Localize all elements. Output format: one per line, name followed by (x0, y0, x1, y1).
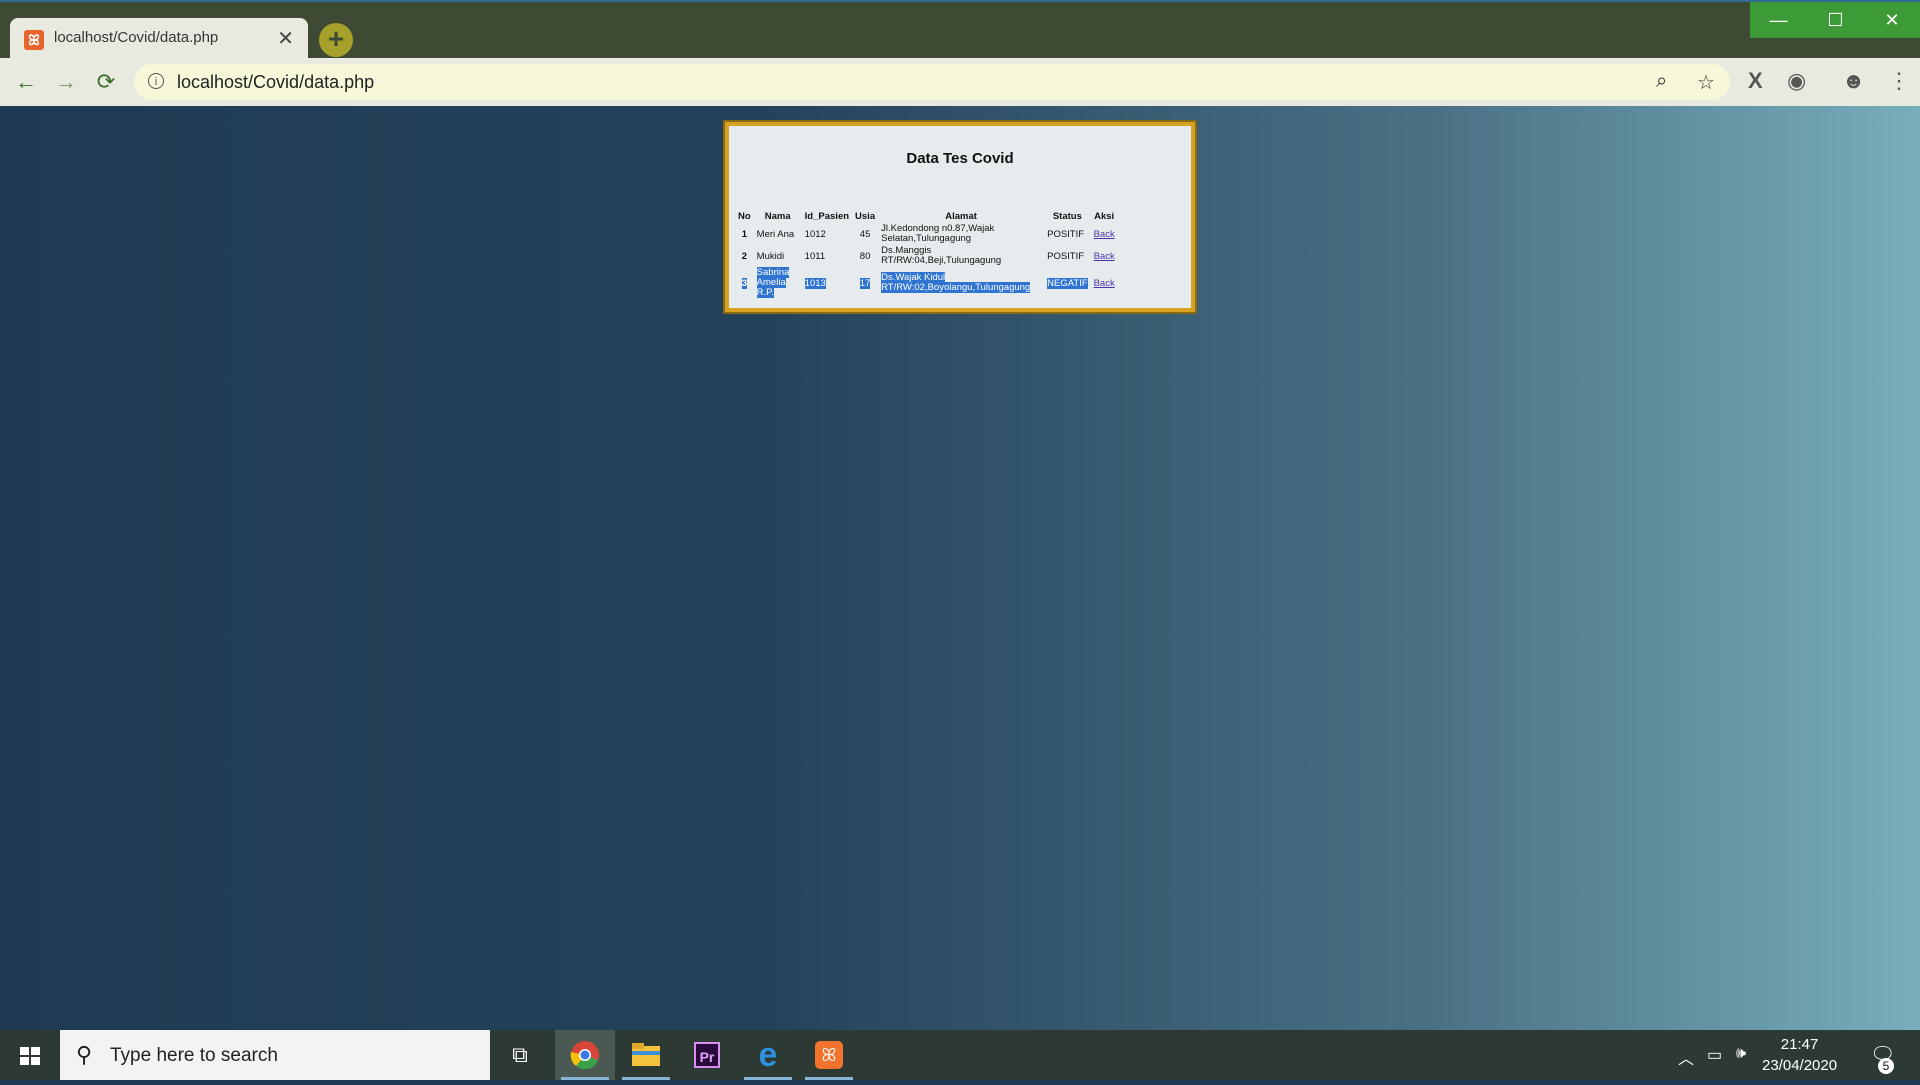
extension-x-icon[interactable]: X (1748, 68, 1763, 94)
battery-icon[interactable]: ▭ (1707, 1045, 1722, 1065)
table-row: 1 Meri Ana 1012 45 Jl.Kedondong n0.87,Wa… (735, 223, 1118, 245)
column-header: Alamat (945, 211, 977, 222)
address-bar[interactable]: i localhost/Covid/data.php ⌕ ☆ (134, 64, 1730, 100)
back-arrow-icon[interactable]: ← (12, 68, 40, 96)
xampp-icon: ꕤ (815, 1041, 843, 1069)
show-hidden-icons-chevron-icon[interactable]: ︿ (1678, 1045, 1694, 1069)
covid-table: No Nama Id_Pasien Usia Alamat Status Aks… (735, 210, 1118, 299)
cell-alamat: Jl.Kedondong n0.87,Wajak Selatan,Tulunga… (881, 223, 995, 244)
cell-aksi: Back (1091, 223, 1118, 245)
chrome-icon (570, 1041, 599, 1070)
page-viewport: Data Tes Covid No Nama Id_Pasien Usia Al… (0, 106, 1920, 1030)
cell-status: POSITIF (1047, 250, 1085, 262)
column-header: Nama (764, 211, 791, 222)
cell-usia: 45 (859, 228, 871, 240)
taskbar-search[interactable]: ⚲ Type here to search (60, 1030, 490, 1080)
table-row: 3 Sabrina Amelia R.P. 1013 17 Ds.Wajak K… (735, 267, 1118, 299)
task-view-icon[interactable]: ⧉ (490, 1030, 550, 1080)
cell-status: NEGATIF (1047, 277, 1088, 289)
cell-usia: 80 (859, 250, 871, 262)
extension-circle-icon[interactable]: ◉ (1787, 68, 1806, 94)
search-icon: ⚲ (76, 1042, 93, 1067)
browser-toolbar: ← → ⟳ i localhost/Covid/data.php ⌕ ☆ X ◉… (0, 58, 1920, 106)
browser-titlebar: ꕤ localhost/Covid/data.php ✕ + — ☐ ✕ (0, 0, 1920, 60)
close-window-button[interactable]: ✕ (1864, 2, 1920, 38)
taskbar-clock[interactable]: 21:47 23/04/2020 (1762, 1034, 1837, 1076)
profile-avatar-icon[interactable]: ☻ (1842, 68, 1865, 94)
browser-tab[interactable]: ꕤ localhost/Covid/data.php ✕ (10, 18, 308, 60)
xampp-taskbar-icon[interactable]: ꕤ (799, 1030, 859, 1080)
start-button[interactable] (0, 1030, 60, 1080)
cell-no: 3 (741, 277, 747, 289)
cell-no: 1 (741, 228, 747, 240)
column-header: Status (1052, 211, 1082, 222)
chrome-taskbar-icon[interactable] (555, 1030, 615, 1080)
column-header: Usia (855, 211, 876, 222)
back-link[interactable]: Back (1094, 278, 1115, 289)
column-header: Id_Pasien (804, 211, 850, 222)
xampp-icon: ꕤ (24, 30, 44, 50)
windows-logo-icon (20, 1047, 40, 1065)
cell-id: 1011 (804, 250, 826, 262)
menu-icon[interactable]: ⋮ (1888, 68, 1910, 94)
cell-aksi: Back (1091, 267, 1118, 299)
cell-nama: Mukidi (756, 250, 785, 262)
bookmark-star-icon[interactable]: ☆ (1697, 70, 1715, 95)
volume-icon[interactable]: 🕪 (1736, 1045, 1746, 1063)
cell-alamat: Ds.Manggis RT/RW:04,Beji,Tulungagung (881, 245, 1002, 266)
maximize-button[interactable]: ☐ (1807, 2, 1864, 38)
cell-no: 2 (741, 250, 747, 262)
forward-arrow-icon[interactable]: → (52, 68, 80, 96)
page-title: Data Tes Covid (906, 150, 1014, 167)
column-header: No (738, 211, 751, 222)
site-info-icon[interactable]: i (148, 73, 164, 89)
file-explorer-taskbar-icon[interactable] (616, 1030, 676, 1080)
cell-id: 1012 (804, 228, 826, 240)
tab-title: localhost/Covid/data.php (54, 29, 219, 46)
back-link[interactable]: Back (1094, 251, 1115, 262)
minimize-button[interactable]: — (1750, 2, 1807, 38)
url-text: localhost/Covid/data.php (177, 72, 375, 92)
cell-nama: Meri Ana (756, 228, 795, 240)
close-tab-icon[interactable]: ✕ (277, 26, 294, 51)
table-row: 2 Mukidi 1011 80 Ds.Manggis RT/RW:04,Bej… (735, 245, 1118, 267)
reload-icon[interactable]: ⟳ (92, 68, 120, 96)
data-card: Data Tes Covid No Nama Id_Pasien Usia Al… (723, 120, 1197, 314)
back-link[interactable]: Back (1094, 229, 1115, 240)
column-header: Aksi (1094, 211, 1115, 222)
cell-aksi: Back (1091, 245, 1118, 267)
clock-date: 23/04/2020 (1762, 1057, 1838, 1074)
cell-usia: 17 (859, 277, 871, 289)
premiere-taskbar-icon[interactable]: Pr (677, 1030, 737, 1080)
premiere-icon: Pr (694, 1042, 720, 1068)
cell-id: 1013 (804, 277, 826, 289)
cell-nama: Sabrina Amelia R.P. (756, 267, 790, 298)
cell-status: POSITIF (1047, 228, 1085, 240)
folder-icon (632, 1043, 660, 1066)
edge-icon: e (758, 1036, 778, 1074)
clock-time: 21:47 (1780, 1036, 1819, 1053)
notification-count-badge: 5 (1878, 1058, 1894, 1074)
search-placeholder: Type here to search (110, 1045, 278, 1066)
cell-alamat: Ds.Wajak Kidul RT/RW:02,Boyolangu,Tulung… (881, 272, 1031, 293)
zoom-icon[interactable]: ⌕ (1656, 70, 1667, 93)
edge-taskbar-icon[interactable]: e (738, 1030, 798, 1080)
windows-taskbar: ⚲ Type here to search ⧉ Pr e ꕤ ︿ ▭ 🕪 21:… (0, 1030, 1920, 1080)
new-tab-button[interactable]: + (319, 23, 353, 57)
table-header-row: No Nama Id_Pasien Usia Alamat Status Aks… (735, 210, 1118, 223)
